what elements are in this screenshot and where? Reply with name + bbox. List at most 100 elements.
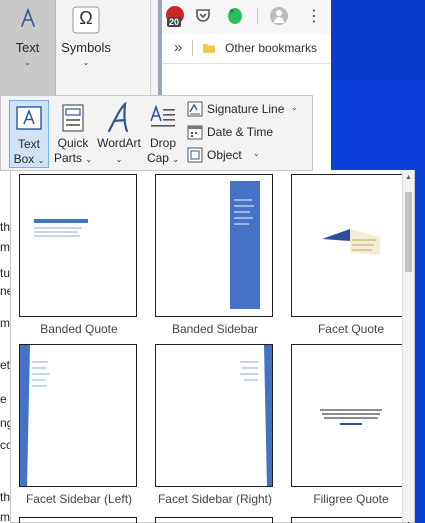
thumb-text-lines xyxy=(322,413,380,415)
thumb-text-lines xyxy=(34,235,80,237)
object-icon xyxy=(187,147,203,163)
thumb-accent xyxy=(340,423,362,425)
chevron-down-icon: ⌄ xyxy=(253,149,260,158)
document-edge: th m tu ne m et e ng cc th m xyxy=(0,170,13,523)
chevron-down-icon: ⌄ xyxy=(37,156,45,165)
wordart-button[interactable]: WordArt ⌄ xyxy=(95,100,143,168)
signature-line-button[interactable]: Signature Line ⌄ xyxy=(185,98,305,120)
chevron-down-icon: ⌄ xyxy=(24,58,31,67)
quick-parts-button[interactable]: Quick Parts ⌄ xyxy=(51,100,95,168)
text-box-gallery: Banded Quote Banded Sidebar Facet Quote xyxy=(10,170,415,523)
doc-text-fragment: tu xyxy=(0,266,11,280)
omega-icon: Ω xyxy=(79,8,93,28)
thumbnail xyxy=(155,344,273,487)
thumb-text-lines xyxy=(320,409,382,411)
calendar-icon xyxy=(187,125,203,140)
gallery-item-facet-sidebar-left[interactable]: Facet Sidebar (Left) xyxy=(19,344,139,506)
gallery-item-facet-quote[interactable]: Facet Quote xyxy=(291,174,411,336)
quick-parts-label-parts: Parts xyxy=(53,151,82,165)
bookmarks-overflow-icon[interactable]: » xyxy=(174,39,182,56)
text-group-label: Text xyxy=(15,40,40,55)
thumb-text-lines xyxy=(34,231,78,233)
text-box-icon xyxy=(16,106,42,130)
doc-text-fragment: m xyxy=(0,240,10,254)
text-box-label-line1: Text xyxy=(17,137,40,151)
thumb-sidebar-text xyxy=(234,199,252,201)
thumbnail xyxy=(19,344,137,487)
folder-icon xyxy=(203,44,215,53)
avatar-head xyxy=(276,10,282,16)
evernote-icon[interactable] xyxy=(226,6,244,26)
chevron-down-icon: ⌄ xyxy=(115,155,123,164)
text-pen-icon xyxy=(21,8,35,27)
text-dropdown-panel: Text Box ⌄ Quick Parts ⌄ WordArt ⌄ Drop … xyxy=(0,95,313,171)
quick-parts-label-line1: Quick xyxy=(57,136,89,150)
text-box-label-line2: Box ⌄ xyxy=(10,152,48,168)
gallery-scrollbar[interactable]: ▲ xyxy=(402,170,414,522)
gallery-item-banded-quote[interactable]: Banded Quote xyxy=(19,174,139,336)
text-box-button[interactable]: Text Box ⌄ xyxy=(9,100,49,168)
browser-menu-icon[interactable]: ⋮ xyxy=(306,6,322,26)
drop-cap-label-cap: Cap xyxy=(146,151,169,165)
wordart-label: WordArt xyxy=(97,136,141,150)
chevron-down-icon: ⌄ xyxy=(85,155,93,164)
gallery-item-filigree-quote[interactable]: Filigree Quote xyxy=(291,344,411,506)
text-group-button[interactable]: Text ⌄ xyxy=(0,0,56,95)
scroll-thumb[interactable] xyxy=(405,192,412,272)
doc-text-fragment: et xyxy=(0,358,11,372)
gallery-item-label: Filigree Quote xyxy=(313,492,389,506)
date-time-label: Date & Time xyxy=(207,125,274,139)
drop-cap-label-line1: Drop xyxy=(149,136,176,150)
thumbnail xyxy=(155,174,273,317)
gallery-item-label: Banded Quote xyxy=(40,322,118,336)
avatar-body xyxy=(274,17,284,23)
gallery-item-facet-sidebar-right[interactable]: Facet Sidebar (Right) xyxy=(155,344,275,506)
doc-text-fragment: m xyxy=(0,510,10,523)
pocket-icon[interactable] xyxy=(195,8,211,24)
other-bookmarks-link[interactable]: Other bookmarks xyxy=(225,41,317,55)
gallery-item-partial[interactable] xyxy=(19,517,137,523)
ribbon-insert-group: Text ⌄ Ω Symbols ⌄ xyxy=(0,0,160,95)
date-time-button[interactable]: Date & Time xyxy=(185,121,305,143)
object-button[interactable]: Object ⌄ xyxy=(185,144,305,166)
ribbon-divider xyxy=(150,0,151,95)
browser-toolbar: 20 ⋮ » Other bookmarks xyxy=(158,0,331,95)
chevron-down-icon: ⌄ xyxy=(172,155,180,164)
bookmark-separator xyxy=(192,40,193,56)
doc-text-fragment: th xyxy=(0,220,11,234)
thumb-sidebar-text xyxy=(234,217,253,219)
thumb-band xyxy=(34,219,88,223)
thumb-facet-shape xyxy=(322,229,380,255)
gallery-item-partial[interactable] xyxy=(291,517,409,523)
drop-cap-icon xyxy=(150,104,175,127)
quick-parts-label-line2: Parts ⌄ xyxy=(51,151,95,167)
desktop-band xyxy=(331,0,425,80)
gallery-item-banded-sidebar[interactable]: Banded Sidebar xyxy=(155,174,275,336)
gallery-item-label: Banded Sidebar xyxy=(171,322,259,336)
thumb-facet-right-shape xyxy=(240,345,272,486)
gallery-item-label: Facet Sidebar (Left) xyxy=(25,492,133,506)
chevron-down-icon: ⌄ xyxy=(82,58,90,67)
gallery-item-label: Facet Quote xyxy=(317,322,385,336)
thumb-sidebar-text xyxy=(234,211,250,213)
thumb-text-lines xyxy=(324,417,378,419)
extension-row: 20 ⋮ xyxy=(162,0,331,34)
thumb-sidebar-text xyxy=(234,205,254,207)
thumbnail xyxy=(19,174,137,317)
gallery-item-partial[interactable] xyxy=(155,517,273,523)
signature-line-icon xyxy=(187,101,203,117)
symbols-group-button[interactable]: Ω Symbols ⌄ xyxy=(57,0,115,95)
scroll-up-icon[interactable]: ▲ xyxy=(403,172,414,184)
thumb-text-lines xyxy=(34,227,82,229)
profile-avatar-icon[interactable] xyxy=(270,7,288,25)
extension-badge-count: 20 xyxy=(167,17,182,27)
drop-cap-label-line2: Cap ⌄ xyxy=(143,151,183,167)
wordart-icon xyxy=(107,102,129,133)
doc-text-fragment: e xyxy=(0,392,7,406)
quick-parts-icon xyxy=(62,104,84,132)
thumb-facet-left-shape xyxy=(20,345,50,486)
signature-line-label: Signature Line xyxy=(207,102,285,116)
drop-cap-button[interactable]: Drop Cap ⌄ xyxy=(143,100,183,168)
toolbar-separator xyxy=(257,8,258,24)
object-label: Object xyxy=(207,148,242,162)
